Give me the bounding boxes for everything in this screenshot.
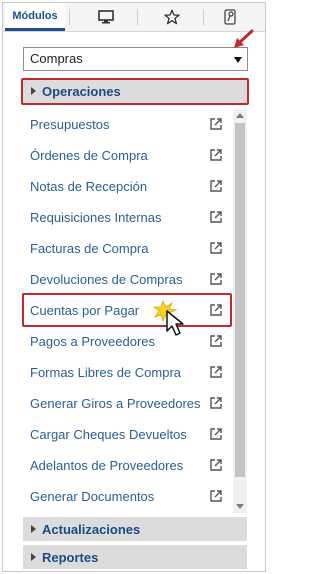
section-reportes[interactable]: Reportes <box>23 545 247 569</box>
external-link-icon[interactable] <box>209 396 223 410</box>
menu-item-generar-documentos[interactable]: Generar Documentos <box>23 481 233 511</box>
external-link-icon[interactable] <box>209 241 223 255</box>
tab-divider <box>69 9 70 25</box>
menu-item-label: Generar Giros a Proveedores <box>30 395 201 411</box>
menu-item-requisiciones[interactable]: Requisiciones Internas <box>23 202 233 232</box>
desktop-icon <box>98 10 114 24</box>
scrollbar-thumb[interactable] <box>235 123 245 477</box>
external-link-icon[interactable] <box>209 334 223 348</box>
menu-item-ordenes-compra[interactable]: Órdenes de Compra <box>23 140 233 170</box>
menu-item-devoluciones[interactable]: Devoluciones de Compras <box>23 264 233 294</box>
menu-item-label: Devoluciones de Compras <box>30 271 183 287</box>
menu-item-notas-recepcion[interactable]: Notas de Recepción <box>23 171 233 201</box>
scroll-down-icon[interactable] <box>236 504 244 509</box>
mouse-pointer-icon <box>153 299 184 336</box>
external-link-icon[interactable] <box>209 272 223 286</box>
highlight-box <box>22 293 232 327</box>
menu-item-formas-libres[interactable]: Formas Libres de Compra <box>23 357 233 387</box>
tab-bar: Módulos <box>3 3 265 32</box>
menu-item-label: Órdenes de Compra <box>30 147 148 163</box>
menu-item-pagos[interactable]: Pagos a Proveedores <box>23 326 233 356</box>
tab-access[interactable] <box>199 3 261 31</box>
external-link-icon[interactable] <box>209 427 223 441</box>
external-link-icon[interactable] <box>209 117 223 131</box>
chevron-down-icon <box>234 57 242 63</box>
key-icon <box>224 9 236 25</box>
menu-item-generar-giros[interactable]: Generar Giros a Proveedores <box>23 388 233 418</box>
external-link-icon[interactable] <box>209 365 223 379</box>
menu-item-facturas[interactable]: Facturas de Compra <box>23 233 233 263</box>
menu-item-label: Facturas de Compra <box>30 240 149 256</box>
annotation-arrow-icon <box>234 29 254 48</box>
star-icon <box>164 9 180 25</box>
menu-item-label: Notas de Recepción <box>30 178 148 194</box>
menu-item-label: Requisiciones Internas <box>30 209 162 225</box>
external-link-icon[interactable] <box>209 210 223 224</box>
module-select[interactable]: Compras <box>23 47 248 71</box>
menu-item-presupuestos[interactable]: Presupuestos <box>23 109 233 139</box>
tab-favorites[interactable] <box>141 3 203 31</box>
scroll-up-icon[interactable] <box>236 113 244 118</box>
menu-item-cargar-cheques[interactable]: Cargar Cheques Devueltos <box>23 419 233 449</box>
list-scrollbar[interactable] <box>233 109 247 513</box>
menu-item-label: Formas Libres de Compra <box>30 364 181 380</box>
section-label: Reportes <box>42 549 99 565</box>
external-link-icon[interactable] <box>209 458 223 472</box>
highlight-box <box>21 78 249 105</box>
external-link-icon[interactable] <box>209 148 223 162</box>
tab-divider <box>137 9 138 25</box>
modules-panel: Módulos Compras Operaciones Presupuestos… <box>2 2 266 572</box>
module-select-value: Compras <box>30 51 83 66</box>
section-label: Actualizaciones <box>42 521 141 537</box>
tab-desktop[interactable] <box>75 3 137 31</box>
menu-item-label: Generar Documentos <box>30 488 155 504</box>
caret-right-icon <box>31 525 36 533</box>
menu-item-adelantos[interactable]: Adelantos de Proveedores <box>23 450 233 480</box>
caret-right-icon <box>31 553 36 561</box>
menu-item-label: Cargar Cheques Devueltos <box>30 426 187 442</box>
external-link-icon[interactable] <box>209 179 223 193</box>
menu-item-label: Adelantos de Proveedores <box>30 457 184 473</box>
external-link-icon[interactable] <box>209 489 223 503</box>
menu-item-label: Presupuestos <box>30 116 110 132</box>
tab-modulos[interactable]: Módulos <box>5 3 65 31</box>
menu-item-label: Pagos a Proveedores <box>30 333 156 349</box>
section-actualizaciones[interactable]: Actualizaciones <box>23 517 247 541</box>
